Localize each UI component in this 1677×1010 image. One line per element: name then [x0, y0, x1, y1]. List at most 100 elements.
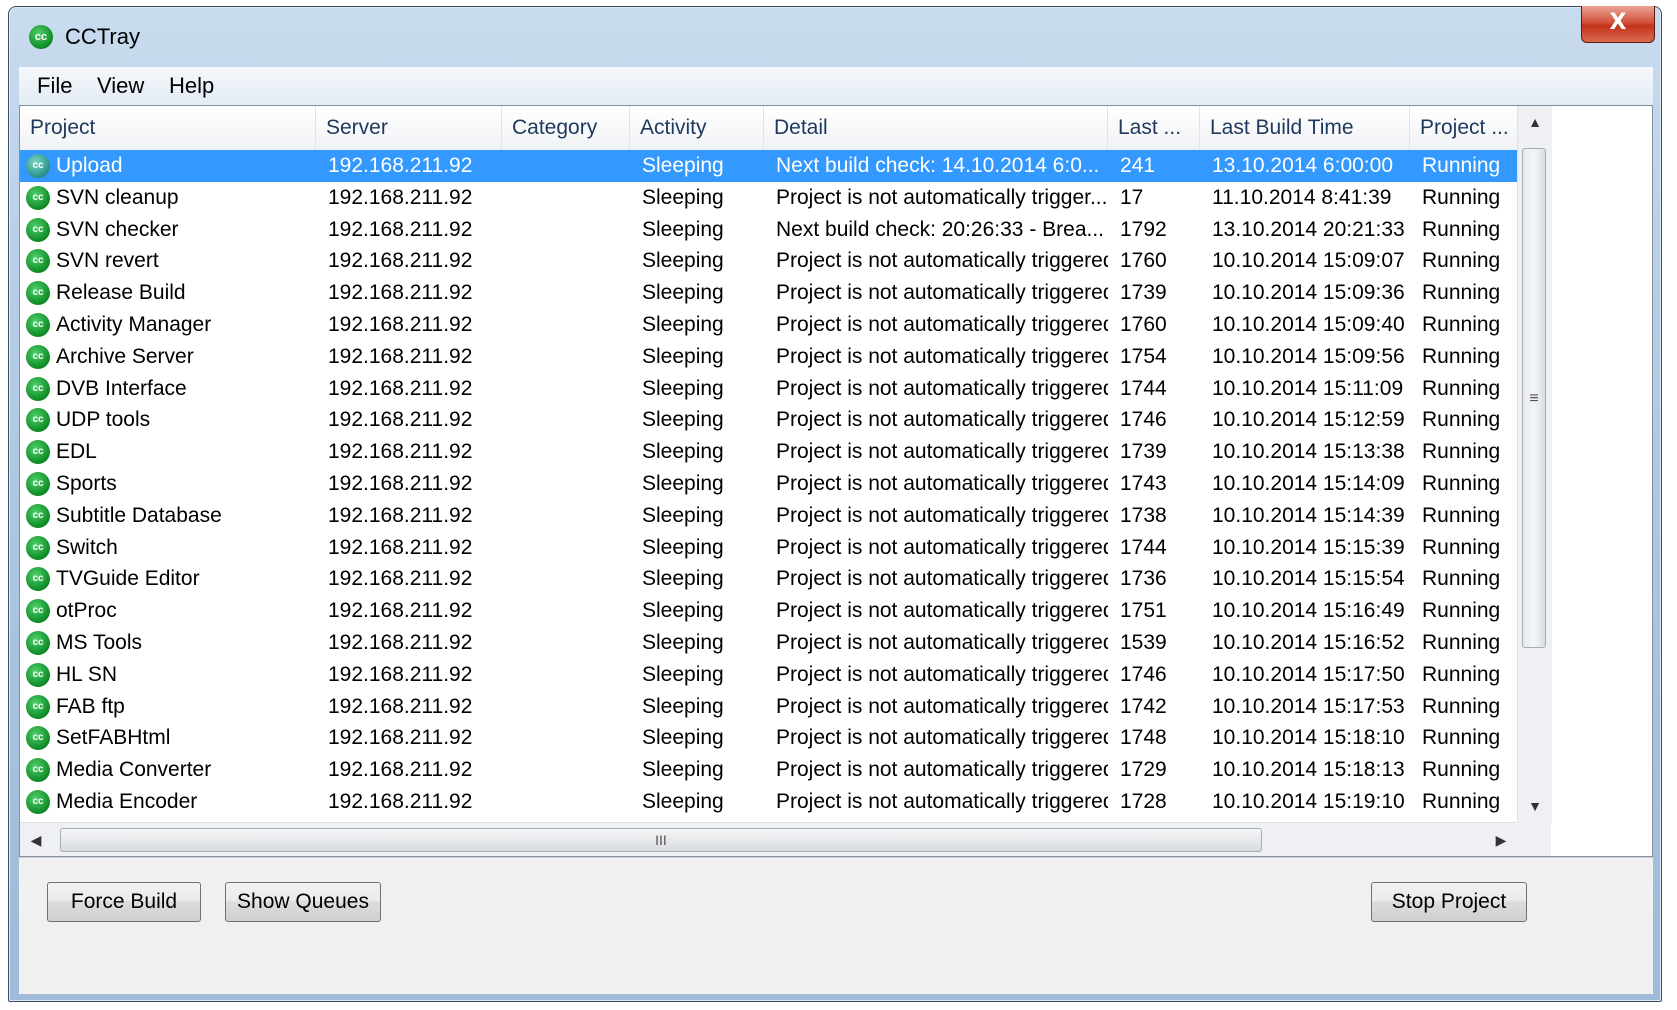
table-row[interactable]: cc otProc 192.168.211.92 Sleeping Project is… — [20, 595, 1517, 627]
table-row[interactable]: cc FAB ftp 192.168.211.92 Sleeping Project i… — [20, 691, 1517, 723]
cell-last-build-time: 10.10.2014 15:17:50 — [1212, 662, 1405, 686]
force-build-button[interactable]: Force Build — [47, 882, 201, 922]
table-row[interactable]: cc SVN cleanup 192.168.211.92 Sleeping Proje… — [20, 182, 1517, 214]
project-name: EDL — [56, 440, 97, 464]
cell-server: 192.168.211.92 — [328, 376, 473, 400]
table-row[interactable]: cc EDL 192.168.211.92 Sleeping Project is no… — [20, 436, 1517, 468]
column-header-project-status[interactable]: Project ... — [1410, 106, 1517, 150]
cell-project-status: Running — [1422, 344, 1501, 368]
cell-category — [502, 595, 630, 627]
show-queues-button[interactable]: Show Queues — [225, 882, 381, 922]
menu-view[interactable]: View — [93, 73, 148, 99]
table-row[interactable]: cc Activity Manager 192.168.211.92 Sleeping… — [20, 309, 1517, 341]
project-name: Archive Server — [56, 344, 194, 368]
cell-project: cc HL SN — [20, 659, 316, 691]
cell-last-build-time: 10.10.2014 15:09:56 — [1212, 344, 1405, 368]
project-list[interactable]: Project Server Category Activity Detail … — [19, 105, 1653, 857]
cell-server: 192.168.211.92 — [328, 567, 473, 591]
project-name: Subtitle Database — [56, 503, 222, 527]
project-status-icon: cc — [26, 344, 50, 369]
cell-last-build-label: 1748 — [1120, 726, 1167, 750]
table-row[interactable]: cc SetFABHtml 192.168.211.92 Sleeping Projec… — [20, 722, 1517, 754]
table-row[interactable]: cc Sports 192.168.211.92 Sleeping Project is… — [20, 468, 1517, 500]
cell-last-build-label: 1742 — [1120, 694, 1167, 718]
table-row[interactable]: cc Subtitle Database 192.168.211.92 Sleepin… — [20, 500, 1517, 532]
project-name: SVN checker — [56, 217, 179, 241]
cell-server: 192.168.211.92 — [328, 599, 473, 623]
cell-last-build-time: 10.10.2014 15:14:09 — [1212, 471, 1405, 495]
horizontal-scroll-thumb[interactable]: III — [60, 828, 1262, 852]
cell-last-build-label: 1746 — [1120, 662, 1167, 686]
table-row[interactable]: cc Release Build 192.168.211.92 Sleeping Pro… — [20, 277, 1517, 309]
menu-file[interactable]: File — [33, 73, 76, 99]
column-header-server[interactable]: Server — [316, 106, 502, 150]
table-row[interactable]: cc UDP tools 192.168.211.92 Sleeping Project… — [20, 404, 1517, 436]
column-header-project[interactable]: Project — [20, 106, 316, 150]
cell-detail: Project is not automatically trigger... — [776, 185, 1108, 209]
cell-project: cc Sports — [20, 468, 316, 500]
cell-last-build-label: 1744 — [1120, 535, 1167, 559]
table-row[interactable]: cc TVGuide Editor 192.168.211.92 Sleeping Pr… — [20, 563, 1517, 595]
cell-server: 192.168.211.92 — [328, 789, 473, 813]
scroll-right-arrow-icon[interactable]: ▶ — [1485, 823, 1517, 856]
table-row[interactable]: cc MS Tools 192.168.211.92 Sleeping Project … — [20, 627, 1517, 659]
cell-category — [502, 532, 630, 564]
stop-project-button[interactable]: Stop Project — [1371, 882, 1527, 922]
project-name: Switch — [56, 535, 118, 559]
cell-project-status: Running — [1422, 535, 1501, 559]
scroll-up-arrow-icon[interactable]: ▲ — [1518, 106, 1552, 138]
project-status-icon: cc — [26, 408, 50, 433]
cell-last-build-label: 1751 — [1120, 599, 1167, 623]
cell-category — [502, 277, 630, 309]
cell-last-build-label: 241 — [1120, 154, 1156, 177]
cell-last-build-label: 1760 — [1120, 249, 1167, 273]
scroll-left-arrow-icon[interactable]: ◀ — [20, 823, 52, 856]
project-status-icon: cc — [26, 376, 50, 401]
table-row[interactable]: cc SVN checker 192.168.211.92 Sleeping Next … — [20, 214, 1517, 246]
vertical-scrollbar[interactable]: ▲ ≡ ▼ — [1517, 106, 1552, 822]
project-name: UDP tools — [56, 408, 151, 432]
cell-last-build-label: 1760 — [1120, 312, 1167, 336]
project-name: SetFABHtml — [56, 726, 171, 750]
menu-bar: File View Help — [19, 67, 1653, 106]
cell-detail: Next build check: 20:26:33 - Brea... — [776, 217, 1105, 241]
cctray-app-icon: cc — [29, 25, 53, 49]
close-button[interactable]: X — [1581, 6, 1655, 43]
cell-project: cc SVN cleanup — [20, 182, 316, 214]
cell-last-build-label: 1792 — [1120, 217, 1167, 241]
table-row[interactable]: cc Media Converter 192.168.211.92 Sleeping P… — [20, 754, 1517, 786]
table-row[interactable]: cc Archive Server 192.168.211.92 Sleeping Pr… — [20, 341, 1517, 373]
cell-detail: Project is not automatically triggered — [776, 758, 1108, 782]
project-status-icon: cc — [26, 567, 50, 592]
cell-server: 192.168.211.92 — [328, 408, 473, 432]
cell-last-build-time: 10.10.2014 15:18:10 — [1212, 726, 1405, 750]
cell-project-status: Running — [1422, 789, 1501, 813]
project-name: SVN revert — [56, 249, 159, 273]
table-row[interactable]: cc HL SN 192.168.211.92 Sleeping Project is … — [20, 659, 1517, 691]
table-row[interactable]: cc SVN revert 192.168.211.92 Sleeping Projec… — [20, 245, 1517, 277]
column-header-activity[interactable]: Activity — [630, 106, 764, 150]
title-bar[interactable]: cc CCTray X — [9, 6, 1661, 63]
cell-category — [502, 468, 630, 500]
table-row[interactable]: cc Upload 192.168.211.92 Sleeping Next build… — [20, 150, 1517, 182]
cell-project-status: Running — [1422, 471, 1501, 495]
menu-help[interactable]: Help — [165, 73, 218, 99]
cell-project: cc Switch — [20, 532, 316, 564]
cell-category — [502, 627, 630, 659]
cell-project: cc Archive Server — [20, 341, 316, 373]
column-header-category[interactable]: Category — [502, 106, 630, 150]
column-header-last-build-label[interactable]: Last ... — [1108, 106, 1200, 150]
table-row[interactable]: cc DVB Interface 192.168.211.92 Sleeping Pro… — [20, 373, 1517, 405]
cell-detail: Project is not automatically triggered — [776, 281, 1108, 305]
vertical-scroll-thumb[interactable]: ≡ — [1522, 148, 1546, 648]
column-header-detail[interactable]: Detail — [764, 106, 1108, 150]
scroll-down-arrow-icon[interactable]: ▼ — [1518, 790, 1552, 822]
cell-activity: Sleeping — [642, 758, 724, 782]
cell-server: 192.168.211.92 — [328, 440, 473, 464]
cell-detail: Project is not automatically triggered — [776, 789, 1108, 813]
table-row[interactable]: cc Switch 192.168.211.92 Sleeping Project is… — [20, 532, 1517, 564]
table-row[interactable]: cc Media Encoder 192.168.211.92 Sleeping Pro… — [20, 786, 1517, 818]
horizontal-scrollbar[interactable]: ◀ III ▶ — [20, 822, 1517, 856]
column-header-last-build-time[interactable]: Last Build Time — [1200, 106, 1410, 150]
cell-project-status: Running — [1422, 567, 1501, 591]
